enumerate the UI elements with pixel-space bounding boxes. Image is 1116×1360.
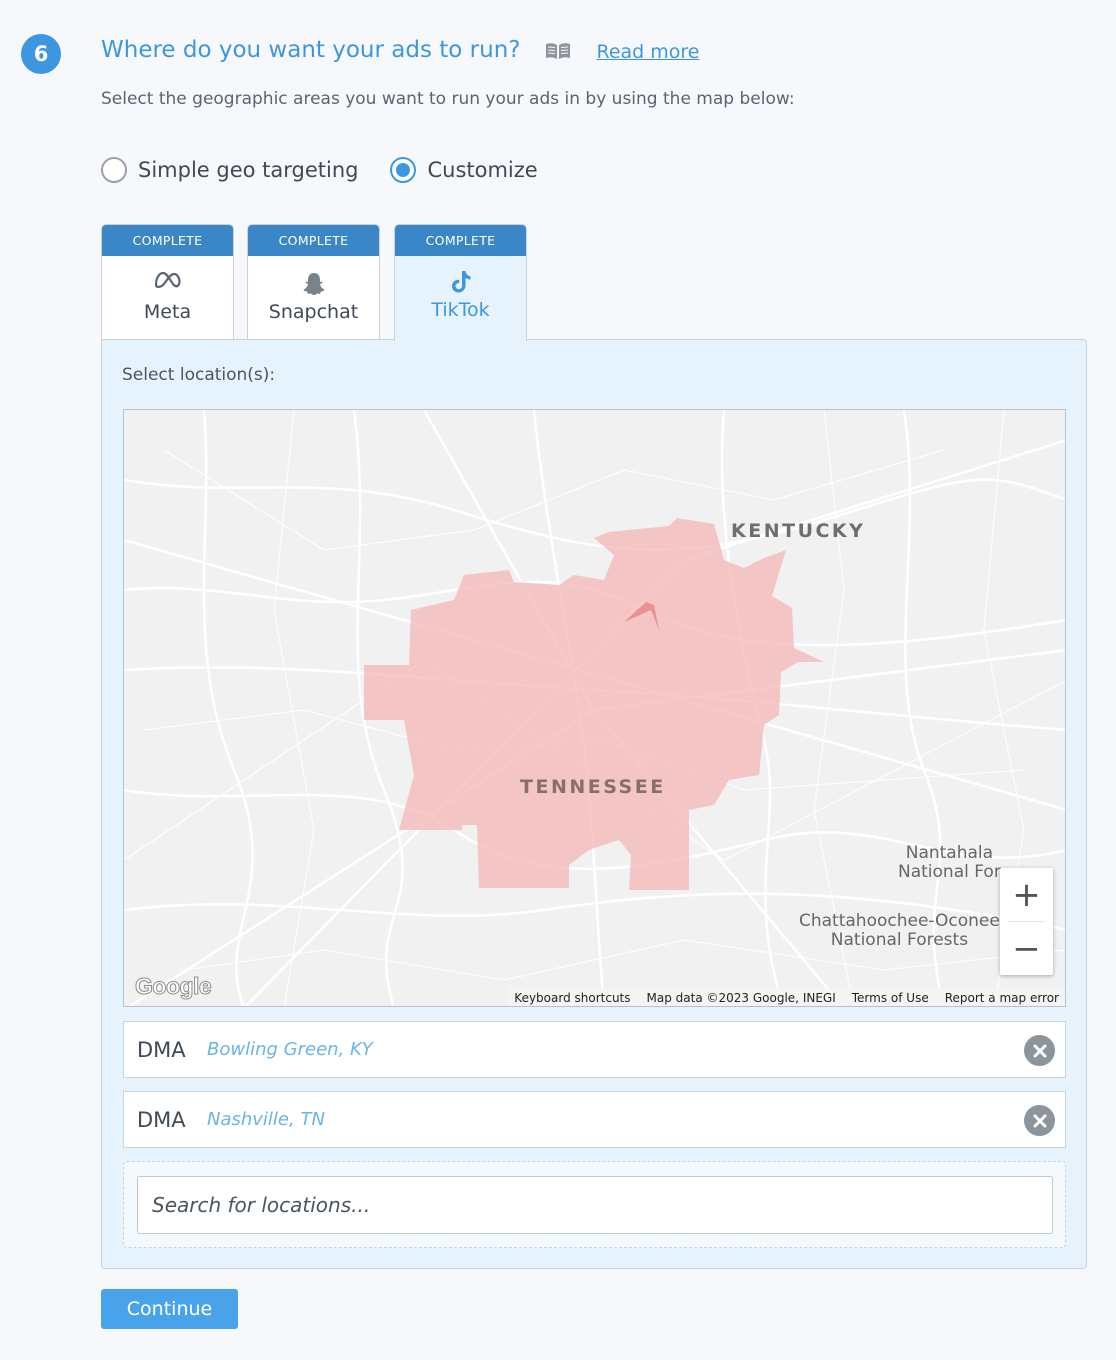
location-type: DMA	[137, 1037, 186, 1062]
keyboard-shortcuts-link[interactable]: Keyboard shortcuts	[514, 991, 630, 1005]
book-icon	[546, 43, 571, 59]
google-logo: Google	[134, 973, 212, 1000]
close-icon	[1033, 1044, 1046, 1057]
select-locations-label: Select location(s):	[122, 365, 276, 385]
location-map[interactable]: KENTUCKY TENNESSEE Nantahala National Fo…	[123, 409, 1066, 1007]
map-place-line: National For	[898, 862, 1001, 882]
map-label-chattahoochee: Chattahoochee-Oconee National Forests	[799, 912, 1000, 950]
map-label-kentucky: KENTUCKY	[731, 520, 866, 542]
tab-status-badge: COMPLETE	[395, 225, 526, 256]
meta-icon	[102, 271, 233, 289]
radio-checked-icon[interactable]	[390, 157, 417, 183]
tiktok-icon	[395, 269, 526, 295]
read-more-link[interactable]: Read more	[596, 41, 699, 63]
tab-tiktok[interactable]: COMPLETE TikTok	[394, 224, 527, 341]
terms-of-use-link[interactable]: Terms of Use	[852, 991, 929, 1005]
tab-label: Snapchat	[268, 301, 359, 323]
tab-meta[interactable]: COMPLETE Meta	[101, 224, 234, 340]
customize-radio[interactable]: Customize	[390, 157, 538, 183]
tab-status-badge: COMPLETE	[102, 225, 233, 256]
tab-label: Meta	[143, 301, 192, 323]
map-data-attribution: Map data ©2023 Google, INEGI	[646, 991, 836, 1005]
map-place-line: Nantahala	[905, 843, 994, 863]
continue-button[interactable]: Continue	[101, 1289, 238, 1329]
location-row: DMA Bowling Green, KY	[123, 1021, 1066, 1078]
location-search-container	[123, 1161, 1066, 1248]
step-number-badge: 6	[21, 34, 61, 74]
location-name: Nashville, TN	[207, 1109, 325, 1130]
map-label-tennessee: TENNESSEE	[520, 776, 666, 798]
tab-status-badge: COMPLETE	[248, 225, 379, 256]
zoom-in-button[interactable]: +	[1000, 868, 1053, 921]
location-panel: Select location(s): KENTUCKY TENNESSEE N…	[101, 339, 1087, 1269]
close-icon	[1033, 1114, 1046, 1127]
map-place-line: Chattahoochee-Oconee	[799, 911, 1000, 931]
location-name: Bowling Green, KY	[207, 1039, 373, 1060]
dma-highlight-region	[364, 518, 824, 890]
step-title: Where do you want your ads to run?	[101, 37, 521, 63]
step-header: Where do you want your ads to run? Read …	[101, 37, 699, 63]
radio-label: Customize	[427, 158, 538, 182]
remove-location-button[interactable]	[1024, 1035, 1055, 1066]
zoom-out-button[interactable]: −	[1000, 922, 1053, 975]
location-row: DMA Nashville, TN	[123, 1091, 1066, 1148]
location-type: DMA	[137, 1107, 186, 1132]
step-subtitle: Select the geographic areas you want to …	[101, 89, 795, 109]
map-zoom-control: + −	[1000, 868, 1053, 975]
map-place-line: National Forests	[830, 930, 969, 950]
report-map-error-link[interactable]: Report a map error	[945, 991, 1059, 1005]
snapchat-icon	[248, 271, 379, 297]
tab-snapchat[interactable]: COMPLETE Snapchat	[247, 224, 380, 340]
radio-label: Simple geo targeting	[138, 158, 359, 182]
map-label-nantahala: Nantahala National For	[898, 844, 1001, 882]
map-footer: Keyboard shortcuts Map data ©2023 Google…	[508, 988, 1065, 1006]
radio-unchecked-icon[interactable]	[101, 157, 127, 183]
simple-geo-targeting-radio[interactable]: Simple geo targeting	[101, 157, 358, 183]
location-search-input[interactable]	[137, 1176, 1053, 1234]
tab-label: TikTok	[431, 299, 490, 321]
remove-location-button[interactable]	[1024, 1105, 1055, 1136]
targeting-radio-group: Simple geo targeting Customize	[101, 157, 538, 183]
